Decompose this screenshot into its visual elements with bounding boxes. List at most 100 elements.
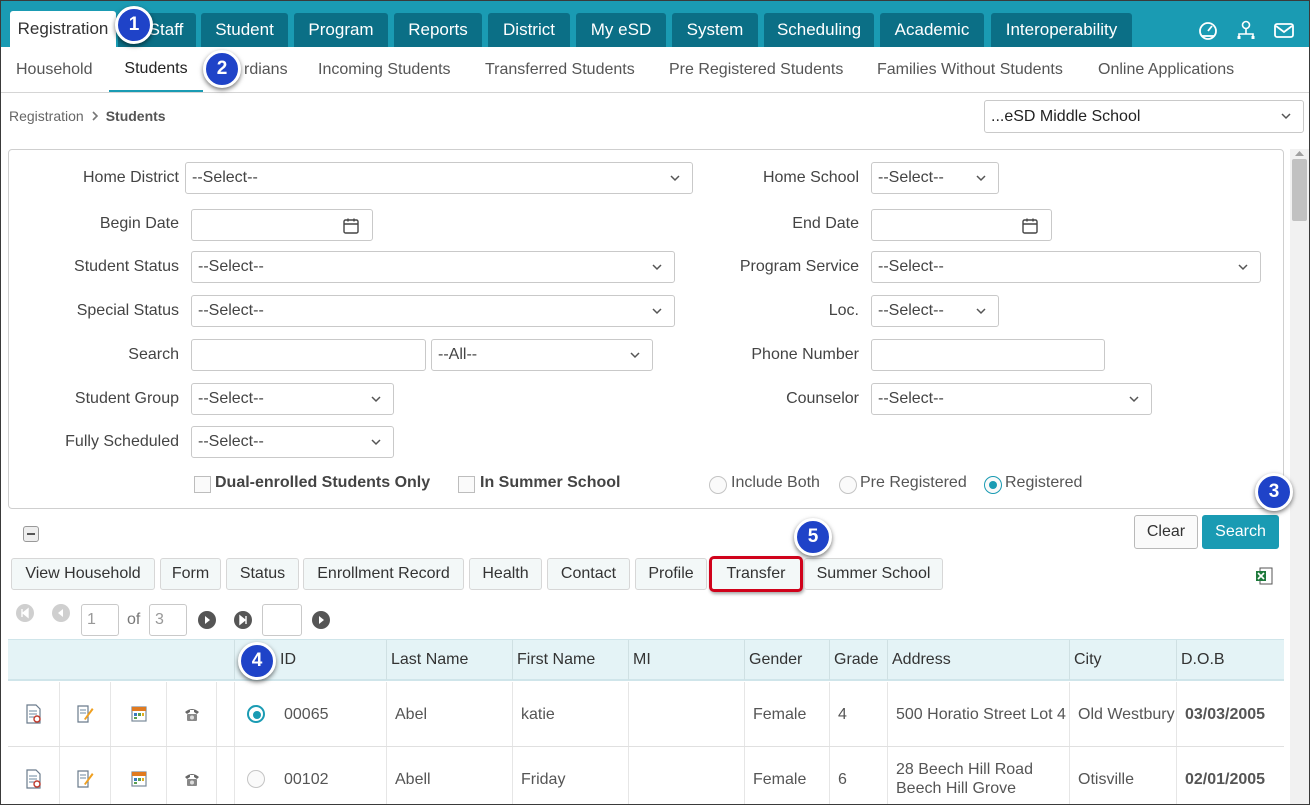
search-button[interactable]: Search — [1202, 515, 1279, 549]
tab-student[interactable]: Student — [201, 13, 288, 47]
column-dob[interactable]: D.O.B — [1176, 640, 1284, 680]
fully-scheduled-select[interactable]: --Select-- — [191, 426, 394, 458]
subnav-transferred-students[interactable]: Transferred Students — [485, 47, 635, 92]
schedule-icon[interactable] — [110, 682, 166, 746]
phone-number-input[interactable] — [871, 339, 1105, 371]
view-record-icon[interactable] — [8, 747, 59, 804]
column-address[interactable]: Address — [887, 640, 1069, 680]
select-value: --Select-- — [878, 169, 944, 186]
transfer-button[interactable]: Transfer — [709, 556, 803, 592]
school-select-value: ...eSD Middle School — [991, 107, 1141, 125]
edit-record-icon[interactable] — [59, 682, 110, 746]
page-scrollbar[interactable] — [1290, 149, 1309, 804]
tab-reports[interactable]: Reports — [394, 13, 482, 47]
subnav-pre-registered-students[interactable]: Pre Registered Students — [669, 47, 843, 92]
chevron-down-icon — [652, 264, 662, 271]
minus-icon — [27, 533, 35, 535]
row-select-radio[interactable] — [246, 705, 265, 723]
school-select[interactable]: ...eSD Middle School — [984, 100, 1304, 133]
next-page-icon[interactable] — [198, 611, 216, 629]
status-button[interactable]: Status — [226, 558, 299, 590]
scroll-up-icon[interactable] — [1294, 149, 1305, 157]
search-input[interactable] — [191, 339, 426, 371]
tab-system[interactable]: System — [672, 13, 758, 47]
subnav-incoming-students[interactable]: Incoming Students — [318, 47, 451, 92]
tab-program[interactable]: Program — [294, 13, 388, 47]
column-gender[interactable]: Gender — [744, 640, 829, 680]
tab-label: Academic — [894, 20, 970, 39]
student-status-select[interactable]: --Select-- — [191, 251, 675, 283]
callout-badge-2: 2 — [203, 50, 241, 88]
program-service-select[interactable]: --Select-- — [871, 251, 1261, 283]
column-last-name[interactable]: Last Name — [386, 640, 512, 680]
calendar-icon[interactable] — [1021, 217, 1039, 235]
view-record-icon[interactable] — [8, 682, 59, 746]
tab-interoperability[interactable]: Interoperability — [991, 13, 1132, 47]
registered-radio[interactable] — [984, 476, 1002, 494]
mail-icon[interactable] — [1273, 19, 1295, 41]
phone-icon[interactable] — [166, 747, 216, 804]
phone-icon[interactable] — [166, 682, 216, 746]
prev-page-icon[interactable] — [52, 604, 70, 622]
subnav-label: Families Without Students — [877, 60, 1063, 78]
column-first-name[interactable]: First Name — [512, 640, 628, 680]
summer-school-checkbox[interactable] — [458, 476, 475, 493]
column-id[interactable]: ID — [276, 640, 386, 680]
special-status-select[interactable]: --Select-- — [191, 295, 675, 327]
clear-button[interactable]: Clear — [1134, 515, 1198, 549]
tab-my-esd[interactable]: My eSD — [576, 13, 666, 47]
cell-grade: 4 — [829, 682, 887, 746]
column-mi[interactable]: MI — [628, 640, 744, 680]
table-row[interactable]: 00065 Abel katie Female 4 500 Horatio St… — [8, 682, 1284, 747]
tab-registration[interactable]: Registration — [10, 11, 116, 47]
profile-button[interactable]: Profile — [635, 558, 707, 590]
scrollbar-thumb[interactable] — [1292, 159, 1307, 221]
search-scope-select[interactable]: --All-- — [431, 339, 653, 371]
pre-registered-radio[interactable] — [839, 476, 857, 494]
contact-button[interactable]: Contact — [547, 558, 630, 590]
dual-enrolled-checkbox[interactable] — [194, 476, 211, 493]
pager-of-label: of — [127, 611, 141, 628]
home-school-select[interactable]: --Select-- — [871, 162, 999, 194]
tab-label: Scheduling — [776, 20, 862, 39]
calendar-icon[interactable] — [342, 217, 360, 235]
enrollment-record-button[interactable]: Enrollment Record — [303, 558, 464, 590]
home-district-select[interactable]: --Select-- — [185, 162, 693, 194]
counselor-select[interactable]: --Select-- — [871, 383, 1152, 415]
form-button[interactable]: Form — [160, 558, 221, 590]
go-page-icon[interactable] — [312, 611, 330, 629]
app-window: Registration Staff Student Program Repor… — [0, 0, 1310, 805]
chevron-down-icon — [1129, 396, 1139, 403]
include-both-radio[interactable] — [709, 476, 727, 494]
collapse-toggle[interactable] — [23, 526, 39, 542]
subnav-guardians[interactable]: rdians — [244, 47, 288, 92]
schedule-icon[interactable] — [110, 747, 166, 804]
health-button[interactable]: Health — [469, 558, 542, 590]
subnav-household[interactable]: Household — [16, 47, 93, 92]
subnav-online-applications[interactable]: Online Applications — [1098, 47, 1234, 92]
breadcrumb-parent[interactable]: Registration — [9, 108, 84, 124]
view-household-button[interactable]: View Household — [11, 558, 155, 590]
page-size-input[interactable] — [262, 604, 302, 636]
page-input[interactable]: 1 — [81, 604, 119, 636]
tab-scheduling[interactable]: Scheduling — [764, 13, 874, 47]
tab-academic[interactable]: Academic — [880, 13, 984, 47]
row-select-radio[interactable] — [246, 770, 265, 788]
dashboard-icon[interactable] — [1197, 19, 1219, 41]
table-row[interactable]: 00102 Abell Friday Female 6 28 Beech Hil… — [8, 747, 1284, 804]
end-date-input[interactable] — [871, 209, 1052, 241]
subnav-students[interactable]: Students — [109, 47, 203, 92]
column-city[interactable]: City — [1069, 640, 1176, 680]
loc-select[interactable]: --Select-- — [871, 295, 999, 327]
begin-date-input[interactable] — [191, 209, 373, 241]
subnav-families-without-students[interactable]: Families Without Students — [877, 47, 1063, 92]
tab-district[interactable]: District — [488, 13, 570, 47]
summer-school-button[interactable]: Summer School — [804, 558, 943, 590]
column-grade[interactable]: Grade — [829, 640, 887, 680]
student-group-select[interactable]: --Select-- — [191, 383, 394, 415]
excel-export-icon[interactable] — [1254, 566, 1274, 586]
first-page-icon[interactable] — [16, 604, 34, 622]
last-page-icon[interactable] — [234, 611, 252, 629]
edit-record-icon[interactable] — [59, 747, 110, 804]
user-tree-icon[interactable] — [1235, 19, 1257, 41]
